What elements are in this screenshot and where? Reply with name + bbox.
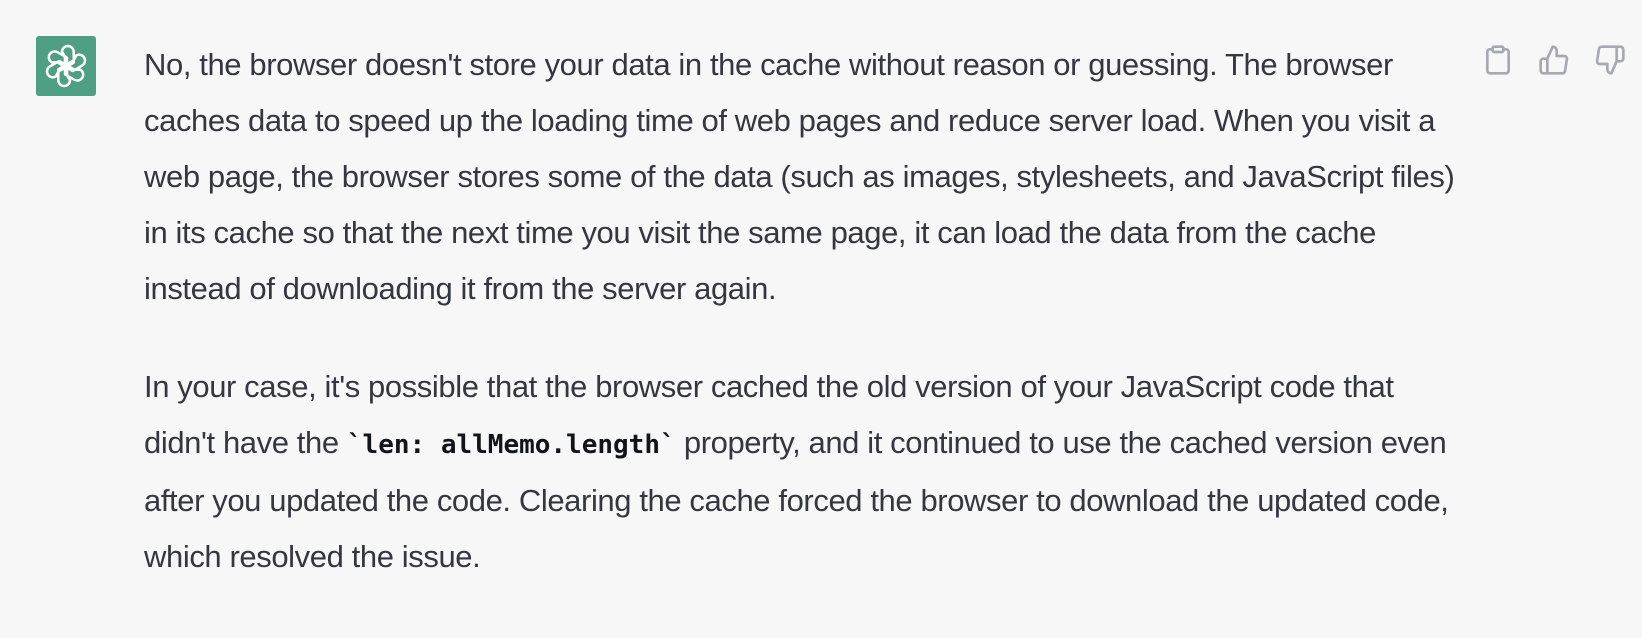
message-actions xyxy=(1482,42,1626,78)
inline-code: `len: allMemo.length` xyxy=(346,430,676,460)
message-paragraph-1: No, the browser doesn't store your data … xyxy=(144,47,1455,306)
message-paragraph-2: In your case, it's possible that the bro… xyxy=(144,359,1464,585)
clipboard-icon xyxy=(1486,45,1510,75)
thumbs-up-button[interactable] xyxy=(1538,42,1570,78)
openai-logo-icon xyxy=(45,44,87,88)
assistant-avatar xyxy=(36,36,96,96)
thumbs-down-button[interactable] xyxy=(1594,42,1626,78)
thumbs-up-icon xyxy=(1539,45,1569,75)
thumbs-down-icon xyxy=(1595,45,1625,75)
copy-button[interactable] xyxy=(1482,42,1514,78)
assistant-message-row: No, the browser doesn't store your data … xyxy=(0,0,1642,638)
assistant-message-text: No, the browser doesn't store your data … xyxy=(144,37,1464,585)
